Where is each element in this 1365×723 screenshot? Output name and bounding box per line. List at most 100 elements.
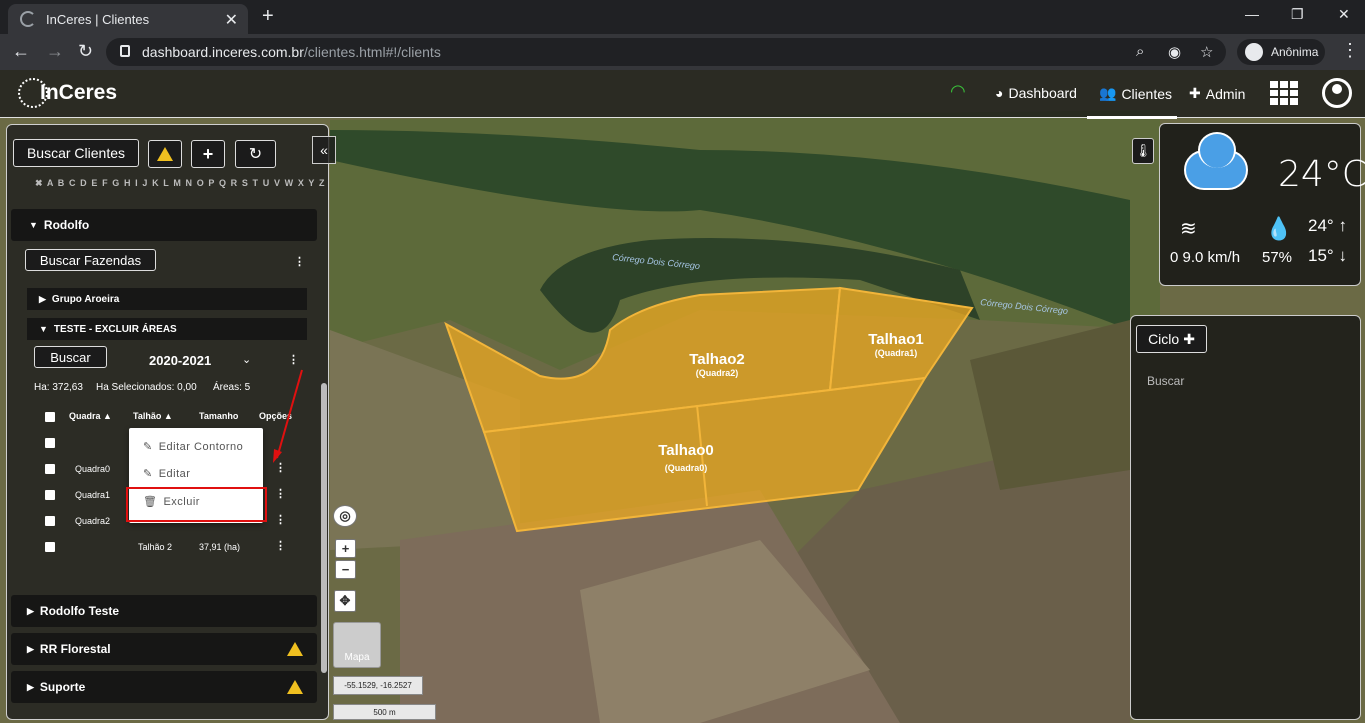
basemap-thumbnail[interactable]: Mapa <box>333 622 381 668</box>
wind-speed: 0 9.0 km/h <box>1170 249 1241 266</box>
row-checkbox[interactable] <box>45 516 55 526</box>
client-rodolfo-label: Rodolfo <box>43 218 90 232</box>
tracking-icon[interactable]: ◉ <box>1168 43 1181 61</box>
window-close-icon[interactable]: ✕ <box>1338 6 1350 23</box>
field-sub-talhao1: (Quadra1) <box>875 348 918 358</box>
row-talhao: Talhão 2 <box>138 542 173 552</box>
warning-icon <box>287 680 303 694</box>
browser-tab-strip: InCeres | Clientes ✕ + — ❐ ✕ <box>0 0 1365 34</box>
caret-down-icon: ▼ <box>29 220 38 230</box>
app-navbar: InCeres ◠ ◕ Dashboard 👥 Clientes ✚ Admin <box>0 70 1365 119</box>
pan-button[interactable]: ✥ <box>334 590 356 612</box>
farm-teste-header[interactable]: ▼ TESTE - EXCLUIR ÁREAS <box>27 318 307 340</box>
close-tab-icon[interactable]: ✕ <box>225 10 238 30</box>
apps-grid-icon[interactable] <box>1270 81 1298 105</box>
warning-icon <box>157 147 173 161</box>
client-options-icon[interactable]: ⋮ <box>294 255 305 268</box>
collapse-panel-icon[interactable]: « <box>312 136 336 164</box>
browser-tab[interactable]: InCeres | Clientes ✕ <box>8 4 248 34</box>
zoom-out-button[interactable]: − <box>335 560 356 579</box>
alphabet-filter[interactable]: ✖ A B C D E F G H I J K L M N O P Q R S … <box>35 178 326 189</box>
client-label: RR Florestal <box>39 642 111 656</box>
caret-right-icon: ▶ <box>39 293 46 304</box>
wind-icon: ≋ <box>1180 218 1197 240</box>
warning-icon <box>287 642 303 656</box>
ciclo-panel: Ciclo ✚ Buscar <box>1130 315 1361 720</box>
ciclo-label: Ciclo <box>1148 331 1180 347</box>
row-checkbox[interactable] <box>45 542 55 552</box>
clients-panel: Buscar Clientes + ↻ ✖ A B C D E F G H I … <box>6 124 329 720</box>
url-host: dashboard.inceres.com.br <box>142 44 304 60</box>
thermometer-button[interactable]: 🌡 <box>1132 138 1154 164</box>
nav-clientes[interactable]: 👥 Clientes <box>1099 85 1172 102</box>
col-talhao[interactable]: Talhão ▲ <box>133 411 173 421</box>
humidity-drop-icon: 💧 <box>1265 216 1293 241</box>
pencil-icon: ✎ <box>143 468 153 480</box>
active-nav-indicator <box>1087 116 1177 119</box>
row-checkbox[interactable] <box>45 464 55 474</box>
reload-icon[interactable]: ↻ <box>78 41 93 62</box>
client-label: Suporte <box>39 680 86 694</box>
select-all-checkbox[interactable] <box>45 412 55 422</box>
row-options-icon[interactable]: ⋮ <box>275 539 286 552</box>
add-client-button[interactable]: + <box>191 140 225 168</box>
inceres-logo[interactable]: InCeres <box>18 78 117 108</box>
season-chevron-icon[interactable]: ⌄ <box>242 353 251 366</box>
forward-icon[interactable]: → <box>46 41 64 62</box>
client-rr-florestal[interactable]: ▶ RR Florestal <box>11 633 317 665</box>
nav-admin[interactable]: ✚ Admin <box>1189 85 1245 102</box>
client-suporte[interactable]: ▶ Suporte <box>11 671 317 703</box>
ciclo-search-input[interactable]: Buscar <box>1147 374 1184 388</box>
farm-options-icon[interactable]: ⋮ <box>288 353 299 366</box>
row-checkbox[interactable] <box>45 438 55 448</box>
row-options-icon[interactable]: ⋮ <box>275 513 286 526</box>
field-sub-talhao2: (Quadra2) <box>696 368 739 378</box>
loading-icon <box>20 11 36 27</box>
menu-edit-label: Editar <box>158 467 191 480</box>
coordinates-readout: -55.1529, -16.2527 <box>333 676 423 695</box>
current-temperature: 24°C <box>1278 154 1365 195</box>
users-icon: 👥 <box>1099 85 1117 101</box>
search-clients-input[interactable]: Buscar Clientes <box>13 139 139 167</box>
zoom-icon[interactable]: ⌕ <box>1136 43 1144 60</box>
caret-down-icon: ▼ <box>39 324 48 334</box>
bookmark-star-icon[interactable]: ☆ <box>1200 43 1213 61</box>
wifi-icon: ◠ <box>950 81 966 101</box>
season-select[interactable]: 2020-2021 <box>149 353 211 368</box>
compass-button[interactable]: ◎ <box>333 505 357 527</box>
incognito-profile[interactable]: Anônima <box>1237 39 1325 65</box>
row-checkbox[interactable] <box>45 490 55 500</box>
row-options-icon[interactable]: ⋮ <box>275 487 286 500</box>
new-tab-icon[interactable]: + <box>262 5 274 28</box>
menu-edit[interactable]: ✎ Editar <box>143 467 191 481</box>
warning-filter-button[interactable] <box>148 140 182 168</box>
panel-scrollbar[interactable] <box>321 383 327 673</box>
farm-group-aroeira[interactable]: ▶ Grupo Aroeira <box>27 288 307 310</box>
address-bar-row: ← → ↻ dashboard.inceres.com.br/clientes.… <box>0 34 1365 70</box>
refresh-button[interactable]: ↻ <box>235 140 276 168</box>
client-rodolfo-teste[interactable]: ▶ Rodolfo Teste <box>11 595 317 627</box>
back-icon[interactable]: ← <box>12 41 30 62</box>
url-path: /clientes.html#!/clients <box>303 44 441 60</box>
ciclo-add-button[interactable]: Ciclo ✚ <box>1136 325 1207 353</box>
user-account-icon[interactable] <box>1322 78 1352 108</box>
row-options-icon[interactable]: ⋮ <box>275 461 286 474</box>
col-quadra[interactable]: Quadra ▲ <box>69 411 112 421</box>
client-rodolfo-header[interactable]: ▼ Rodolfo <box>11 209 317 241</box>
client-label: Rodolfo Teste <box>39 604 120 618</box>
cloud-icon <box>1184 132 1248 190</box>
url-field[interactable]: dashboard.inceres.com.br/clientes.html#!… <box>106 38 1226 66</box>
zoom-in-button[interactable]: + <box>335 539 356 558</box>
field-sub-talhao0: (Quadra0) <box>665 463 708 473</box>
profile-label: Anônima <box>1271 45 1319 59</box>
max-temp: 24° ↑ <box>1308 216 1347 235</box>
nav-dashboard[interactable]: ◕ Dashboard <box>995 85 1077 101</box>
maximize-icon[interactable]: ❐ <box>1291 6 1304 23</box>
delete-highlight-box <box>126 487 267 522</box>
minimize-icon[interactable]: — <box>1245 6 1259 22</box>
menu-edit-contour[interactable]: ✎ Editar Contorno <box>143 440 243 454</box>
search-farms-input[interactable]: Buscar Fazendas <box>25 249 156 271</box>
browser-menu-icon[interactable]: ⋮ <box>1341 40 1359 61</box>
scale-bar: 500 m <box>333 704 436 720</box>
search-button[interactable]: Buscar <box>34 346 107 368</box>
